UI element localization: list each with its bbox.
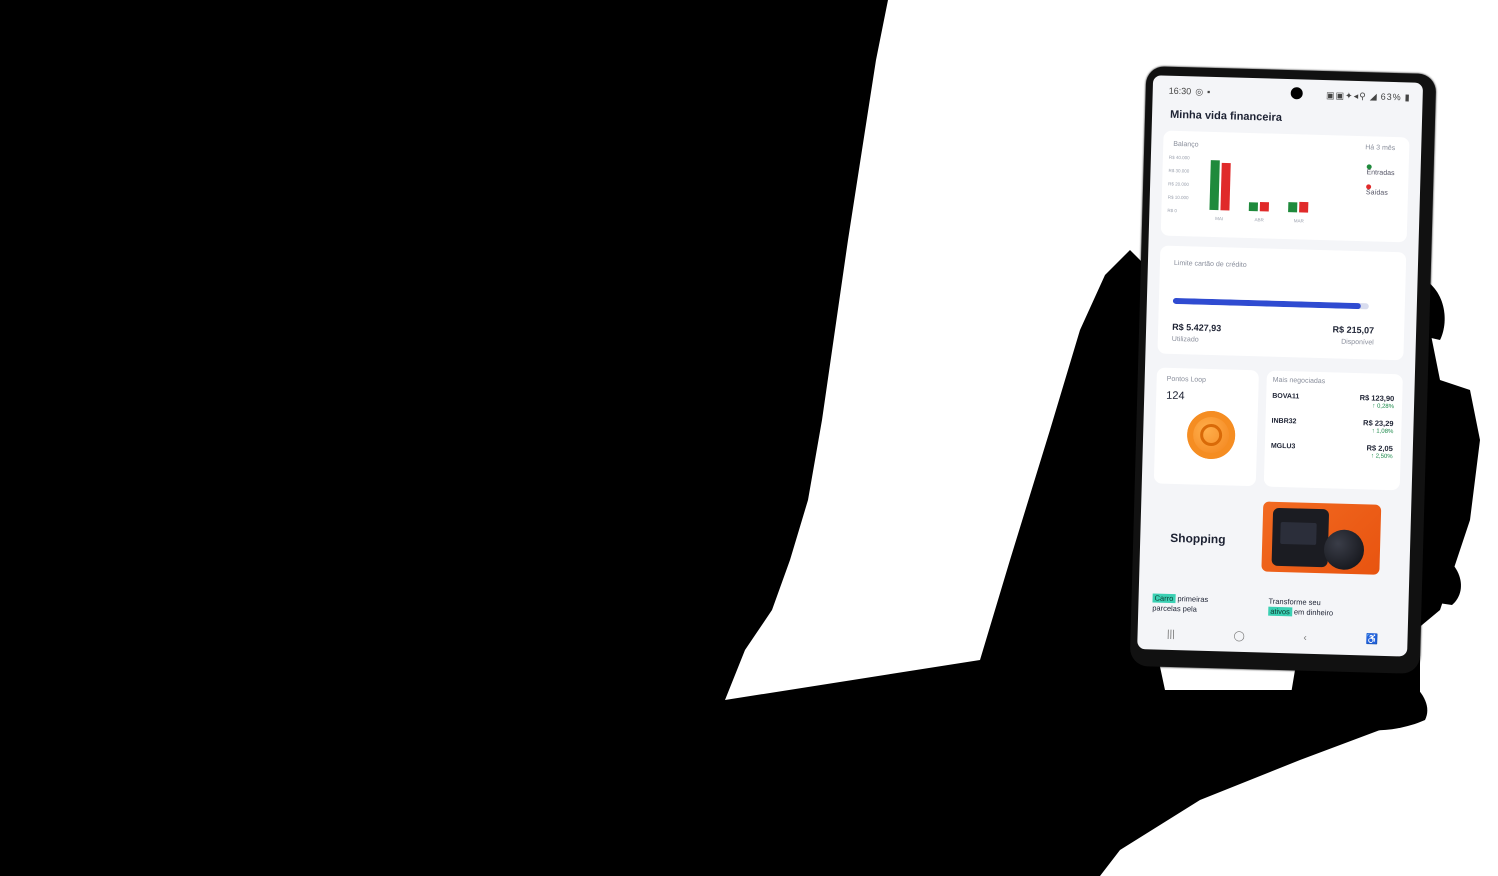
shopping-title: Shopping	[1170, 530, 1226, 547]
shopping-card[interactable]: Shopping	[1150, 490, 1400, 593]
y-tick-label: R$ 10.000	[1168, 195, 1189, 201]
stock-change: ↑ 2,50%	[1370, 453, 1393, 461]
notification-icons: ▣▣✦◂⚲	[1326, 89, 1367, 101]
stock-ticker: BOVA11	[1272, 392, 1300, 401]
y-tick-label: R$ 20.000	[1168, 181, 1189, 187]
bar-entradas-abr	[1248, 202, 1258, 212]
used-amount: R$ 5.427,93	[1172, 321, 1222, 334]
stock-row[interactable]: MGLU3 R$ 2,05 ↑ 2,50%	[1270, 441, 1393, 468]
bar-saídas-abr	[1259, 201, 1270, 212]
legend-entradas: Entradas	[1366, 164, 1395, 178]
android-nav-bar: ||| ◯ ‹ ♿	[1137, 625, 1407, 649]
shopping-product-image	[1261, 501, 1382, 575]
points-value: 124	[1166, 389, 1185, 403]
available-amount: R$ 215,07	[1332, 324, 1375, 336]
credit-limit-card[interactable]: Limite cartão de crédito R$ 5.427,93 Uti…	[1157, 245, 1407, 361]
stock-price: R$ 123,90	[1359, 393, 1395, 404]
points-label: Pontos Loop	[1166, 375, 1207, 384]
photo-scene: 16:30 ◎ ▪ ▣▣✦◂⚲ ◢ 63% ▮ Minha vida finan…	[0, 0, 1498, 876]
most-traded-label: Mais negociadas	[1272, 376, 1326, 386]
available-label: Disponível	[1341, 338, 1374, 347]
promo-text: parcelas pela	[1152, 603, 1198, 614]
x-tick-label: MAR	[1294, 218, 1305, 223]
back-icon[interactable]: ‹	[1303, 632, 1307, 643]
points-card[interactable]: Pontos Loop 124	[1153, 367, 1259, 487]
promo-car[interactable]: Carro primeiras parcelas pela	[1152, 593, 1208, 615]
credit-limit-label: Limite cartão de crédito	[1173, 259, 1247, 269]
legend-in-label: Entradas	[1366, 169, 1395, 178]
promo-highlight: Carro	[1152, 593, 1176, 604]
promo-text: primeiras	[1175, 594, 1209, 605]
accessibility-icon[interactable]: ♿	[1365, 634, 1378, 645]
bar-saídas-mar	[1299, 201, 1309, 213]
promo-text: em dinheiro	[1291, 607, 1334, 618]
app-notification-icon: ▪	[1206, 86, 1211, 97]
promo-highlight: ativos	[1268, 606, 1292, 617]
most-traded-card[interactable]: Mais negociadas BOVA11 R$ 123,90 ↑ 0,28%…	[1263, 370, 1403, 491]
promo-text: Transforme seu	[1268, 596, 1321, 608]
loop-coin-icon	[1186, 410, 1236, 460]
smartphone: 16:30 ◎ ▪ ▣▣✦◂⚲ ◢ 63% ▮ Minha vida finan…	[1129, 66, 1437, 674]
stock-change: ↑ 0,28%	[1372, 403, 1395, 411]
bar-entradas-mar	[1288, 202, 1298, 213]
stock-price: R$ 23,29	[1362, 418, 1394, 429]
promo-assets[interactable]: Transforme seu ativos em dinheiro	[1268, 597, 1333, 619]
y-tick-label: R$ 40.000	[1169, 155, 1190, 161]
signal-icon: ◢	[1369, 90, 1378, 102]
x-tick-label: MAI	[1215, 216, 1223, 221]
bar-saídas-mai	[1220, 162, 1231, 211]
battery-icon: ▮	[1404, 91, 1411, 102]
status-time: 16:30	[1168, 85, 1192, 97]
stock-ticker: INBR32	[1271, 417, 1297, 426]
x-tick-label: ABR	[1254, 217, 1264, 222]
earbuds-product	[1323, 529, 1365, 571]
device-product	[1271, 507, 1330, 568]
legend-saidas: Saídas	[1366, 184, 1394, 197]
legend-out-label: Saídas	[1365, 189, 1388, 197]
phone-screen: 16:30 ◎ ▪ ▣▣✦◂⚲ ◢ 63% ▮ Minha vida finan…	[1137, 75, 1424, 657]
page-title: Minha vida financeira	[1169, 108, 1283, 124]
stock-row[interactable]: BOVA11 R$ 123,90 ↑ 0,28%	[1272, 391, 1395, 418]
status-bar: 16:30 ◎ ▪ ▣▣✦◂⚲ ◢ 63% ▮	[1169, 85, 1411, 104]
stock-change: ↑ 1,08%	[1371, 428, 1394, 436]
credit-usage-bar	[1172, 297, 1369, 310]
y-tick-label: R$ 0	[1167, 208, 1177, 213]
stock-ticker: MGLU3	[1270, 442, 1296, 451]
used-label: Utilizado	[1171, 335, 1199, 344]
whatsapp-icon: ◎	[1195, 85, 1204, 97]
chart-legend: Entradas Saídas	[1366, 164, 1395, 205]
y-tick-label: R$ 30.000	[1168, 168, 1189, 174]
credit-usage-fill	[1172, 297, 1362, 310]
stock-price: R$ 2,05	[1366, 443, 1393, 454]
stock-row[interactable]: INBR32 R$ 23,29 ↑ 1,08%	[1271, 416, 1394, 443]
home-icon[interactable]: ◯	[1233, 630, 1245, 641]
balance-card[interactable]: Balanço Há 3 mês R$ 40.000 R$ 30.000 R$ 20…	[1160, 130, 1410, 243]
battery-level: 63%	[1380, 91, 1402, 103]
recent-apps-icon[interactable]: |||	[1167, 628, 1175, 639]
bar-entradas-mai	[1209, 160, 1220, 211]
